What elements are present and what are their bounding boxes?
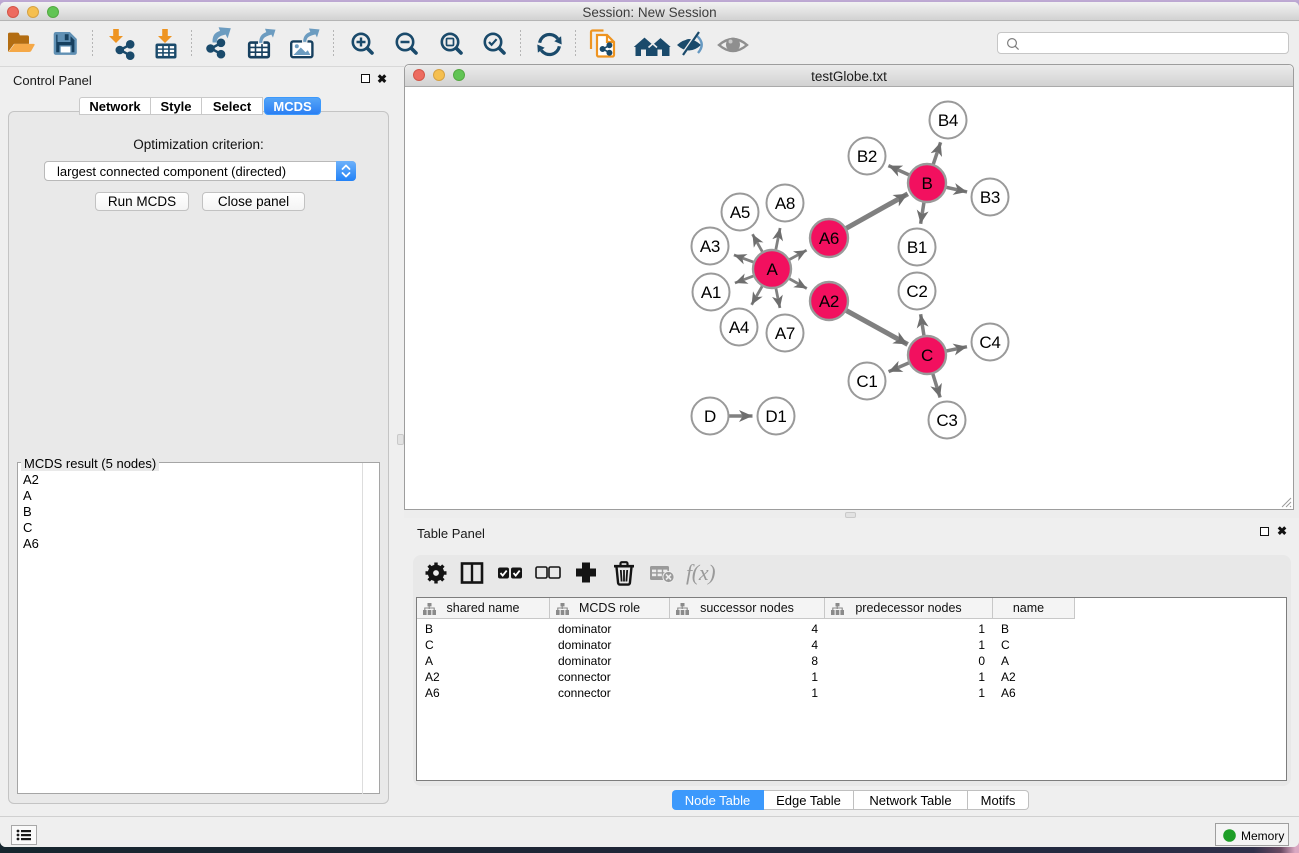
svg-text:D1: D1	[765, 407, 786, 426]
svg-text:B4: B4	[938, 111, 958, 130]
svg-text:A1: A1	[701, 283, 721, 302]
svg-text:A: A	[766, 260, 778, 279]
svg-text:A7: A7	[775, 324, 795, 343]
svg-text:A3: A3	[700, 237, 720, 256]
svg-text:A8: A8	[775, 194, 795, 213]
svg-text:C3: C3	[936, 411, 957, 430]
svg-text:C4: C4	[979, 333, 1000, 352]
svg-text:D: D	[704, 407, 716, 426]
svg-text:B2: B2	[857, 147, 877, 166]
svg-text:B3: B3	[980, 188, 1000, 207]
svg-text:B: B	[921, 174, 932, 193]
svg-text:A4: A4	[729, 318, 749, 337]
svg-text:f(x): f(x)	[686, 560, 715, 585]
svg-text:A6: A6	[819, 229, 839, 248]
svg-text:A2: A2	[819, 292, 839, 311]
svg-text:C: C	[921, 346, 933, 365]
svg-text:C1: C1	[856, 372, 877, 391]
svg-text:A5: A5	[730, 203, 750, 222]
svg-text:B1: B1	[907, 238, 927, 257]
svg-text:C2: C2	[906, 282, 927, 301]
